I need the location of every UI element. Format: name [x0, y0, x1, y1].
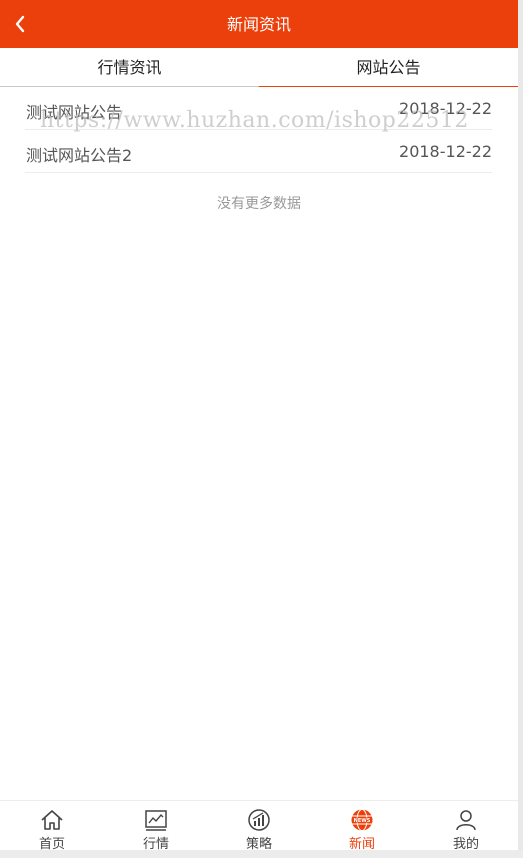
right-edge — [518, 0, 523, 858]
tab-market-news[interactable]: 行情资讯 — [0, 48, 259, 86]
user-icon — [456, 810, 476, 831]
no-more-data: 没有更多数据 — [217, 196, 301, 212]
tab-site-announcements[interactable]: 网站公告 — [259, 48, 518, 86]
item-date: 2018-12-22 — [399, 99, 492, 118]
list-item[interactable]: 测试网站公告 2018-12-22 — [25, 87, 492, 130]
tab-bar: 行情资讯 网站公告 — [0, 48, 518, 87]
item-title: 测试网站公告 — [26, 103, 123, 122]
item-title: 测试网站公告2 — [26, 146, 133, 165]
nav-mine[interactable]: 我的 — [414, 801, 518, 852]
nav-market[interactable]: 行情 — [104, 801, 208, 852]
home-icon — [41, 810, 63, 830]
announcement-list: 测试网站公告 2018-12-22 测试网站公告2 2018-12-22 — [25, 87, 492, 173]
news-globe-icon: NEWS — [351, 809, 373, 831]
strategy-icon — [248, 809, 270, 831]
nav-home[interactable]: 首页 — [0, 801, 104, 852]
nav-strategy[interactable]: 策略 — [207, 801, 311, 852]
list-item[interactable]: 测试网站公告2 2018-12-22 — [25, 130, 492, 173]
page-title: 新闻资讯 — [226, 15, 291, 34]
item-date: 2018-12-22 — [399, 142, 492, 161]
chart-icon — [145, 810, 167, 831]
bottom-edge — [0, 850, 523, 858]
bottom-nav: 首页 行情 策略 NEWS 新闻 我的 — [0, 800, 518, 852]
top-header: 新闻资讯 — [0, 0, 518, 48]
nav-news[interactable]: NEWS 新闻 — [310, 801, 414, 852]
svg-text:NEWS: NEWS — [354, 818, 371, 824]
